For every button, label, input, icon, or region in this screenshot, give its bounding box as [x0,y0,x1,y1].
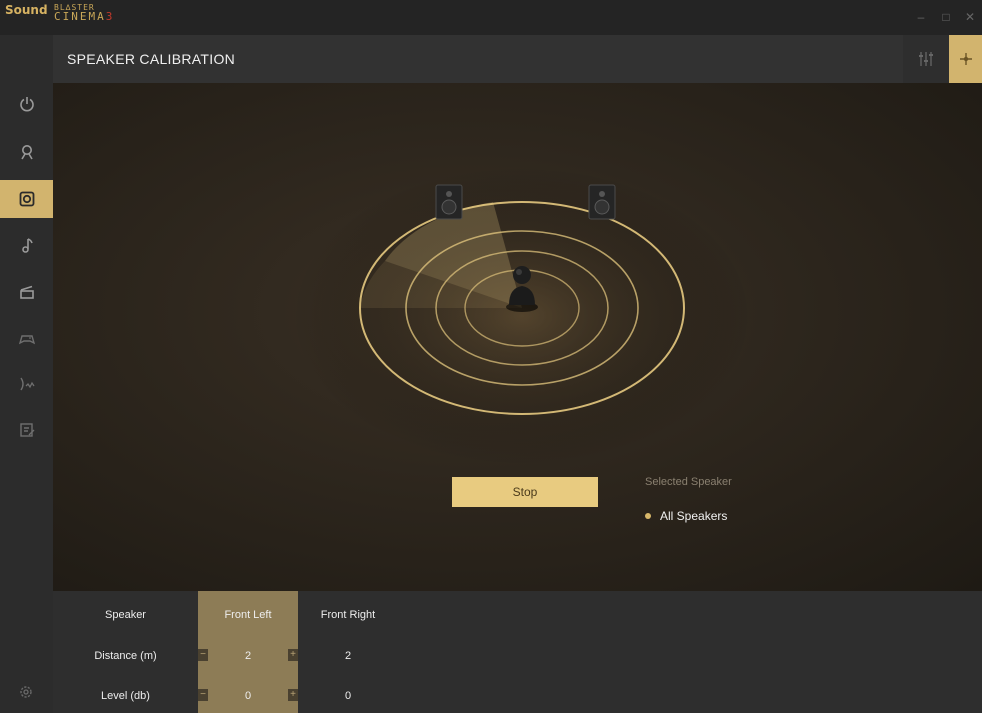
crosshair-icon [959,53,972,65]
page-header: SPEAKER CALIBRATION [53,35,982,83]
voice-icon [19,377,35,391]
speaker-row-label: Speaker [105,609,146,621]
calibration-table: Speaker Front Left Front Right Distance … [53,591,982,713]
sidebar-item-power[interactable] [0,85,53,123]
front-left-speaker-icon [435,184,463,220]
calibration-button[interactable] [949,35,982,83]
front-right-distance-value: 2 [344,650,352,662]
front-right-level-value: 0 [344,690,352,702]
column-header-front-right[interactable]: Front Right [298,609,398,621]
movie-clapper-icon [19,285,34,299]
logo-cinema-text: CINEMA [54,10,106,23]
front-left-distance-value: 2 [244,650,252,662]
level-row-label: Level (db) [101,690,150,702]
selected-indicator-dot [645,513,651,519]
gear-icon [20,686,32,698]
column-header-front-left[interactable]: Front Left [198,609,298,621]
distance-row-label: Distance (m) [94,650,157,662]
selected-speaker-heading: Selected Speaker [645,476,732,488]
settings-button[interactable] [18,684,34,705]
calibration-stage: Stop Selected Speaker All Speakers [53,83,982,591]
sidebar [0,35,53,713]
sidebar-item-voice[interactable] [0,365,53,403]
title-bar: Sound BL∆STER CINEMA3 – □ ✕ [0,0,982,35]
edit-icon [19,423,34,437]
power-icon [19,97,34,112]
logo-sound-text: Sound [5,3,48,17]
user-profile-icon [20,145,33,160]
gamepad-icon [18,335,35,345]
stop-button[interactable]: Stop [452,477,598,507]
front-right-speaker-icon [588,184,616,220]
speaker-icon [19,191,34,207]
sidebar-item-music[interactable] [0,226,53,264]
selected-speaker-option[interactable]: All Speakers [645,509,727,523]
logo-version-text: 3 [105,10,115,23]
sound-blaster-cinema-logo: Sound BL∆STER CINEMA3 [5,3,115,23]
sidebar-item-edit[interactable] [0,411,53,449]
minimize-button[interactable]: – [913,10,929,24]
front-left-level-value: 0 [244,690,252,702]
speaker-layout-graphic [292,166,752,466]
front-left-level-increase-button[interactable]: + [288,689,298,701]
sidebar-item-gaming[interactable] [0,319,53,357]
sidebar-item-speaker[interactable] [0,180,53,218]
selected-speaker-value: All Speakers [660,509,728,523]
front-left-distance-increase-button[interactable]: + [288,649,298,661]
sidebar-item-movie[interactable] [0,273,53,311]
maximize-button[interactable]: □ [938,10,954,24]
sidebar-item-profile[interactable] [0,133,53,171]
equalizer-icon [919,52,933,66]
page-title: SPEAKER CALIBRATION [67,51,236,67]
equalizer-button[interactable] [903,35,949,83]
music-note-icon [21,238,33,253]
close-button[interactable]: ✕ [962,10,978,24]
